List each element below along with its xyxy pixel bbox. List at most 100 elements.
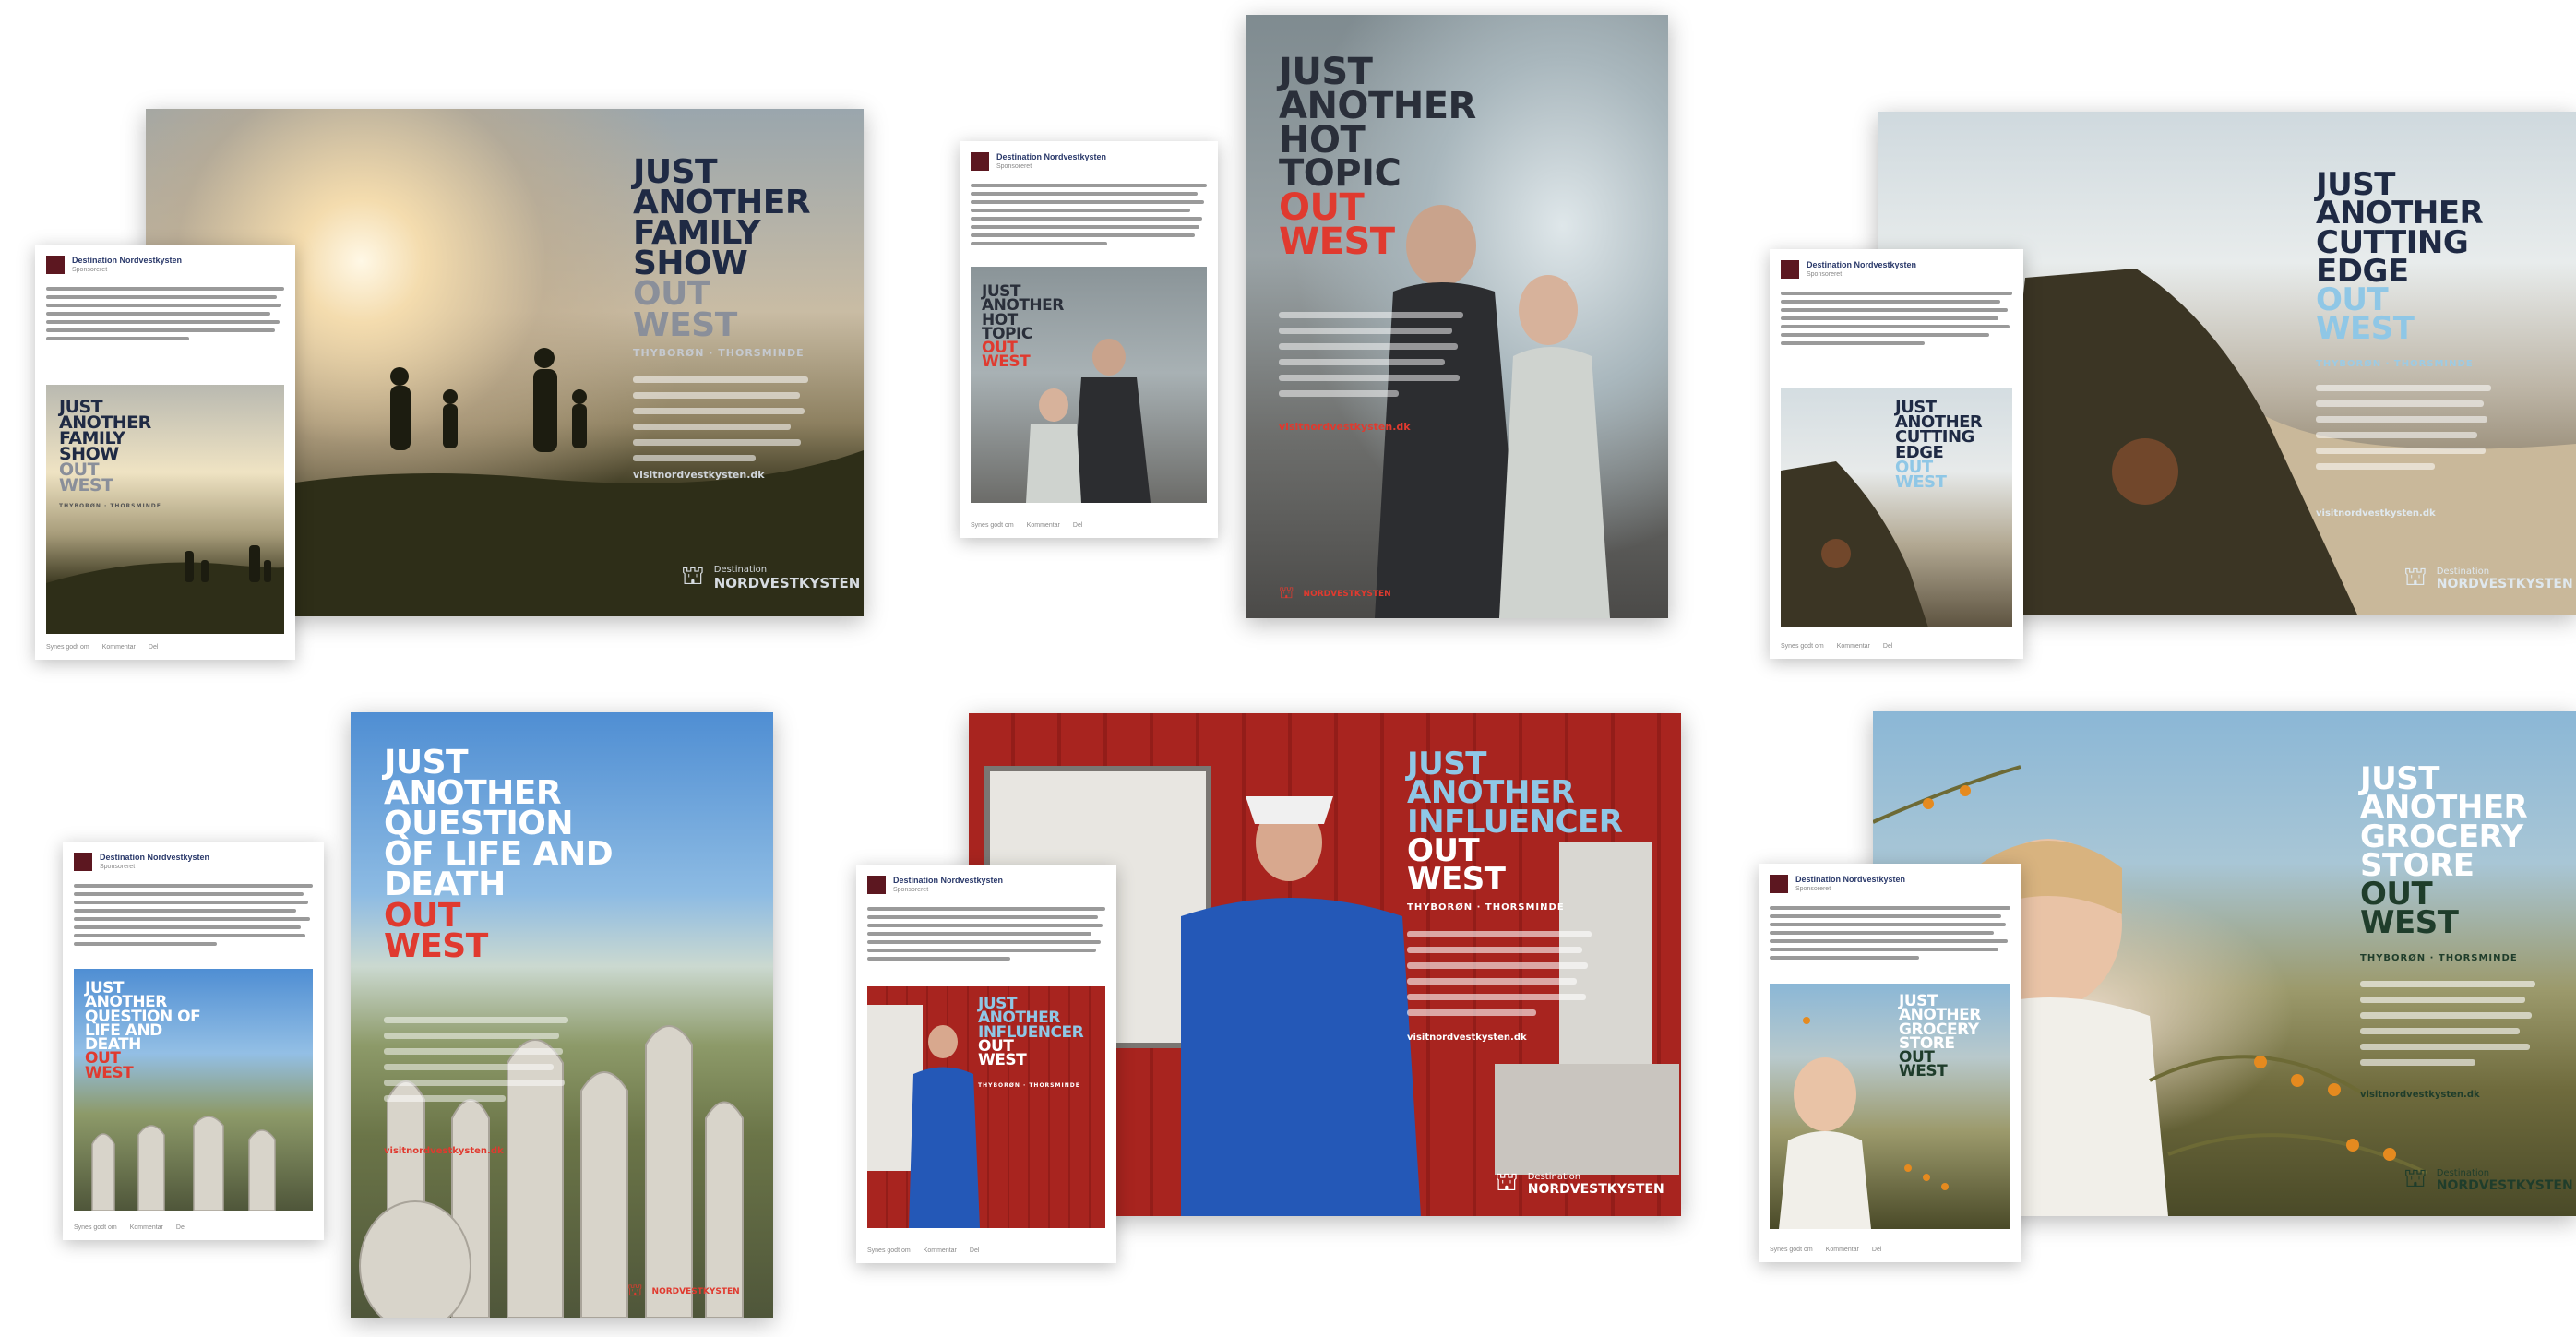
poster-headline: JUST ANOTHER GROCERY STORE OUT WEST xyxy=(2360,760,2528,942)
tower-icon: ⛫ xyxy=(1279,583,1294,602)
like-button[interactable]: Synes godt om xyxy=(1770,1247,1813,1253)
card-post-text xyxy=(971,184,1207,250)
card-post-text xyxy=(867,907,1105,965)
card-ad-image[interactable]: JUST ANOTHER HOT TOPIC OUT WEST xyxy=(971,267,1207,503)
share-button[interactable]: Del xyxy=(1872,1247,1882,1253)
poster-subtitle: THYBORØN · THORSMINDE xyxy=(2316,359,2474,369)
comment-button[interactable]: Kommentar xyxy=(1826,1247,1859,1253)
facebook-ad-card-family[interactable]: Destination Nordvestkysten Sponsoreret JU… xyxy=(35,245,295,660)
poster-body-copy xyxy=(1407,931,1592,1025)
out-west-line: OUT xyxy=(633,275,710,314)
card-header: Destination Nordvestkysten Sponsoreret xyxy=(74,853,313,871)
poster-body-copy xyxy=(1279,312,1463,406)
sponsored-label: Sponsoreret xyxy=(100,864,136,870)
like-button[interactable]: Synes godt om xyxy=(971,522,1014,529)
page-avatar xyxy=(971,152,989,171)
like-button[interactable]: Synes godt om xyxy=(74,1224,117,1231)
page-name[interactable]: Destination Nordvestkysten xyxy=(1795,875,1905,884)
tower-icon: ⛫ xyxy=(627,1281,643,1299)
card-header: Destination Nordvestkysten Sponsoreret xyxy=(867,876,1105,894)
card-ad-image[interactable]: JUST ANOTHER GROCERY STORE OUT WEST xyxy=(1770,984,2010,1229)
comment-button[interactable]: Kommentar xyxy=(102,644,136,651)
tower-icon: ⛫ xyxy=(2403,1164,2427,1192)
card-post-text xyxy=(46,287,284,345)
poster-url[interactable]: visitnordvestkysten.dk xyxy=(1279,421,1411,433)
card-ad-image[interactable]: JUST ANOTHER QUESTION OF LIFE AND DEATH OUT W… xyxy=(74,969,313,1211)
share-button[interactable]: Del xyxy=(176,1224,186,1231)
tower-icon: ⛫ xyxy=(2403,562,2427,591)
share-button[interactable]: Del xyxy=(1073,522,1083,529)
poster-url[interactable]: visitnordvestkysten.dk xyxy=(1407,1033,1527,1043)
poster-headline: JUST ANOTHER HOT TOPIC OUT WEST xyxy=(1279,51,1476,263)
poster-headline: JUST ANOTHER QUESTION OF LIFE AND DEATH OU… xyxy=(384,744,614,965)
family-silhouette xyxy=(46,545,284,634)
nordvestkysten-logo: ⛫ Destination NORDVESTKYSTEN xyxy=(2403,1164,2573,1197)
facebook-ad-card-influencer[interactable]: Destination Nordvestkysten Sponsoreret JU… xyxy=(856,865,1116,1263)
nordvestkysten-logo: ⛫ Destination NORDVESTKYSTEN xyxy=(2403,562,2573,595)
sponsored-label: Sponsoreret xyxy=(1795,886,1831,892)
two-women-figures xyxy=(1026,339,1151,503)
out-west-line: WEST xyxy=(2316,310,2415,348)
comment-button[interactable]: Kommentar xyxy=(924,1247,957,1254)
card-post-text xyxy=(1770,906,2010,964)
poster-url[interactable]: visitnordvestkysten.dk xyxy=(384,1146,504,1156)
facebook-ad-card-hot-topic[interactable]: Destination Nordvestkysten Sponsoreret JU… xyxy=(960,141,1218,538)
tower-icon: ⛫ xyxy=(1495,1167,1519,1196)
like-button[interactable]: Synes godt om xyxy=(46,644,89,651)
poster-url[interactable]: visitnordvestkysten.dk xyxy=(2360,1090,2480,1100)
page-name[interactable]: Destination Nordvestkysten xyxy=(1807,260,1916,269)
comment-button[interactable]: Kommentar xyxy=(1837,643,1870,650)
card-header: Destination Nordvestkysten Sponsoreret xyxy=(1770,875,2010,893)
facebook-ad-card-grocery[interactable]: Destination Nordvestkysten Sponsoreret JU… xyxy=(1759,864,2021,1262)
card-post-text xyxy=(74,884,313,950)
share-button[interactable]: Del xyxy=(1883,643,1893,650)
card-header: Destination Nordvestkysten Sponsoreret xyxy=(971,152,1207,171)
poster-headline: JUST ANOTHER INFLUENCER OUT WEST xyxy=(1407,746,1623,899)
poster-subtitle: THYBORØN · THORSMINDE xyxy=(1407,902,1565,913)
card-headline: JUST ANOTHER CUTTING EDGE OUT WEST xyxy=(1895,398,1983,492)
card-actions: Synes godt om Kommentar Del xyxy=(74,1224,313,1231)
card-actions: Synes godt om Kommentar Del xyxy=(867,1247,1105,1254)
sponsored-label: Sponsoreret xyxy=(893,887,929,893)
poster-hot-topic: JUST ANOTHER HOT TOPIC OUT WEST visitnordv… xyxy=(1246,15,1668,618)
sponsored-label: Sponsoreret xyxy=(1807,271,1843,278)
page-avatar xyxy=(1770,875,1788,893)
share-button[interactable]: Del xyxy=(970,1247,980,1254)
page-name[interactable]: Destination Nordvestkysten xyxy=(100,853,209,862)
nordvestkysten-logo: ⛫ NORDVESTKYSTEN xyxy=(627,1281,740,1303)
sponsored-label: Sponsoreret xyxy=(996,163,1032,170)
card-post-text xyxy=(1781,292,2012,350)
poster-body-copy xyxy=(2360,981,2535,1075)
card-ad-image[interactable]: JUST ANOTHER FAMILY SHOW OUT WEST THYBORØN ·… xyxy=(46,385,284,634)
page-name[interactable]: Destination Nordvestkysten xyxy=(996,152,1106,161)
card-ad-image[interactable]: JUST ANOTHER CUTTING EDGE OUT WEST xyxy=(1781,388,2012,627)
nordvestkysten-logo: ⛫ NORDVESTKYSTEN xyxy=(1279,583,1391,605)
card-ad-image[interactable]: JUST ANOTHER INFLUENCER OUT WEST THYBORØN ·… xyxy=(867,986,1105,1228)
card-header: Destination Nordvestkysten Sponsoreret xyxy=(1781,260,2012,279)
out-west-line: OUT xyxy=(384,896,460,935)
stone-statues xyxy=(91,1116,276,1211)
poster-url[interactable]: visitnordvestkysten.dk xyxy=(633,469,765,481)
poster-headline: JUST ANOTHER FAMILY SHOW OUT WEST xyxy=(633,155,811,344)
page-name[interactable]: Destination Nordvestkysten xyxy=(893,876,1003,885)
out-west-line: WEST xyxy=(384,926,488,965)
poster-subtitle: THYBORØN · THORSMINDE xyxy=(633,347,805,359)
facebook-ad-card-question[interactable]: Destination Nordvestkysten Sponsoreret JU… xyxy=(63,842,324,1240)
like-button[interactable]: Synes godt om xyxy=(867,1247,911,1254)
facebook-ad-card-cutting-edge[interactable]: Destination Nordvestkysten Sponsoreret JU… xyxy=(1770,249,2023,659)
page-avatar xyxy=(867,876,886,894)
card-actions: Synes godt om Kommentar Del xyxy=(46,644,284,651)
like-button[interactable]: Synes godt om xyxy=(1781,643,1824,650)
out-west-line: WEST xyxy=(633,305,737,344)
card-actions: Synes godt om Kommentar Del xyxy=(971,522,1207,529)
page-name[interactable]: Destination Nordvestkysten xyxy=(72,256,182,265)
comment-button[interactable]: Kommentar xyxy=(130,1224,163,1231)
nordvestkysten-logo: ⛫ Destination NORDVESTKYSTEN xyxy=(681,561,860,594)
card-actions: Synes godt om Kommentar Del xyxy=(1781,643,2012,650)
poster-body-copy xyxy=(2316,385,2491,479)
poster-url[interactable]: visitnordvestkysten.dk xyxy=(2316,508,2436,519)
share-button[interactable]: Del xyxy=(149,644,159,651)
card-header: Destination Nordvestkysten Sponsoreret xyxy=(46,256,284,274)
poster-body-copy xyxy=(633,376,808,471)
comment-button[interactable]: Kommentar xyxy=(1027,522,1060,529)
